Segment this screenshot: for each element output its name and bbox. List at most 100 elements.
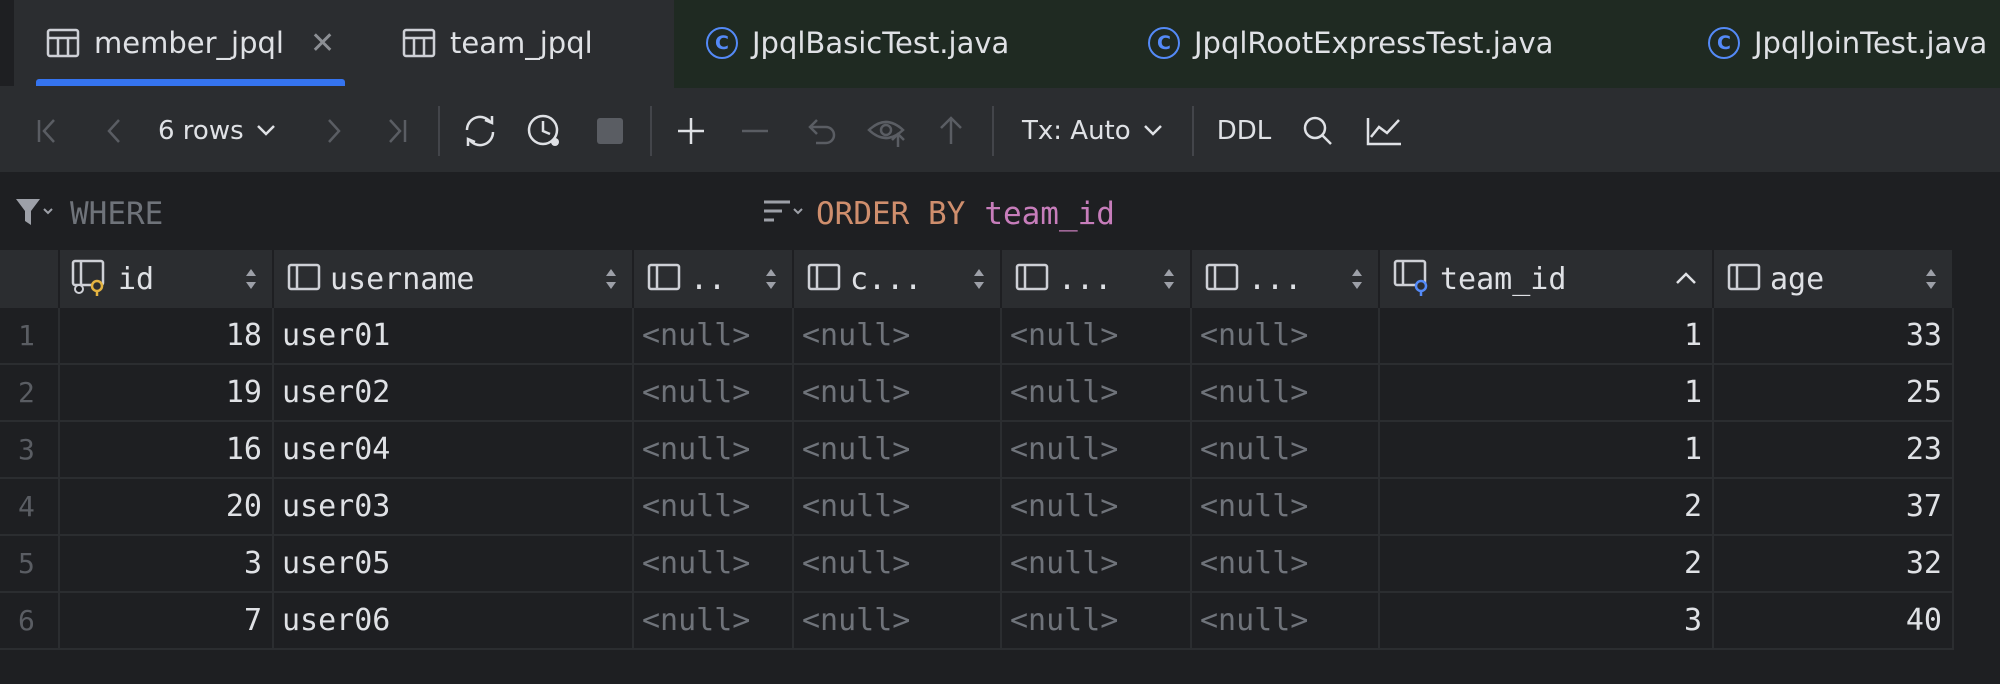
column-header-id[interactable]: id — [60, 250, 274, 308]
row-number[interactable]: 4 — [0, 479, 60, 536]
cell-id[interactable]: 18 — [60, 308, 274, 365]
next-page-icon[interactable] — [314, 88, 354, 174]
cell-null[interactable]: <null> — [1002, 479, 1192, 536]
cell-null[interactable]: <null> — [794, 536, 1002, 593]
rows-count-dropdown[interactable]: 6 rows — [158, 88, 292, 174]
cell-null[interactable]: <null> — [1192, 365, 1380, 422]
cell-age[interactable]: 32 — [1714, 536, 1954, 593]
cell-id[interactable]: 20 — [60, 479, 274, 536]
chart-icon[interactable] — [1362, 88, 1406, 174]
cell-null[interactable]: <null> — [634, 422, 794, 479]
cell-null[interactable]: <null> — [1192, 536, 1380, 593]
where-label: WHERE — [70, 196, 164, 232]
tab-member-jpql[interactable]: member_jpql ✕ — [35, 0, 346, 86]
row-number[interactable]: 3 — [0, 422, 60, 479]
cell-team-id[interactable]: 2 — [1380, 536, 1714, 593]
cell-null[interactable]: <null> — [1192, 308, 1380, 365]
cell-null[interactable]: <null> — [1192, 422, 1380, 479]
refresh-icon[interactable] — [458, 88, 502, 174]
column-header-collapsed-2[interactable]: c... — [794, 250, 1002, 308]
cell-null[interactable]: <null> — [634, 536, 794, 593]
column-header-collapsed-3[interactable]: ... — [1002, 250, 1192, 308]
row-number[interactable]: 5 — [0, 536, 60, 593]
cell-username[interactable]: user04 — [274, 422, 634, 479]
history-icon[interactable] — [522, 88, 566, 174]
submit-icon[interactable] — [930, 88, 972, 174]
cell-username[interactable]: user06 — [274, 593, 634, 650]
cell-null[interactable]: <null> — [634, 308, 794, 365]
column-header-collapsed-4[interactable]: ... — [1192, 250, 1380, 308]
cell-username[interactable]: user03 — [274, 479, 634, 536]
sort-toggle-icon[interactable] — [764, 265, 778, 297]
last-page-icon[interactable] — [376, 88, 416, 174]
sort-toggle-icon[interactable] — [1924, 265, 1938, 297]
transaction-mode-dropdown[interactable]: Tx: Auto — [1022, 88, 1172, 174]
ddl-button[interactable]: DDL — [1212, 88, 1276, 174]
column-header-collapsed-1[interactable]: .. — [634, 250, 794, 308]
cell-id[interactable]: 3 — [60, 536, 274, 593]
cell-id[interactable]: 7 — [60, 593, 274, 650]
cell-team-id[interactable]: 1 — [1380, 422, 1714, 479]
tab-jpql-join-test[interactable]: C JpqlJoinTest.java — [1708, 0, 1987, 86]
cell-age[interactable]: 25 — [1714, 365, 1954, 422]
cell-null[interactable]: <null> — [794, 593, 1002, 650]
row-number[interactable]: 6 — [0, 593, 60, 650]
row-number[interactable]: 1 — [0, 308, 60, 365]
cell-null[interactable]: <null> — [794, 479, 1002, 536]
cell-null[interactable]: <null> — [1002, 365, 1192, 422]
cell-username[interactable]: user02 — [274, 365, 634, 422]
cell-null[interactable]: <null> — [794, 308, 1002, 365]
delete-row-icon[interactable] — [734, 88, 776, 174]
cell-null[interactable]: <null> — [794, 365, 1002, 422]
cell-null[interactable]: <null> — [794, 422, 1002, 479]
sort-toggle-icon[interactable] — [1350, 265, 1364, 297]
cell-username[interactable]: user01 — [274, 308, 634, 365]
cell-age[interactable]: 33 — [1714, 308, 1954, 365]
cell-null[interactable]: <null> — [1192, 593, 1380, 650]
cell-team-id[interactable]: 3 — [1380, 593, 1714, 650]
column-header-label: ... — [1058, 261, 1113, 297]
sort-toggle-icon[interactable] — [972, 265, 986, 297]
tab-team-jpql[interactable]: team_jpql — [402, 0, 593, 86]
cell-id[interactable]: 16 — [60, 422, 274, 479]
sort-ascending-icon[interactable] — [1674, 265, 1698, 297]
where-filter[interactable]: WHERE — [14, 196, 163, 232]
cell-null[interactable]: <null> — [1002, 536, 1192, 593]
column-header-team-id[interactable]: team_id — [1380, 250, 1714, 308]
column-header-age[interactable]: age — [1714, 250, 1954, 308]
cell-null[interactable]: <null> — [634, 593, 794, 650]
sort-toggle-icon[interactable] — [604, 265, 618, 297]
cell-team-id[interactable]: 2 — [1380, 479, 1714, 536]
stop-icon[interactable] — [590, 88, 630, 174]
row-number[interactable]: 2 — [0, 365, 60, 422]
cell-null[interactable]: <null> — [634, 365, 794, 422]
cell-username[interactable]: user05 — [274, 536, 634, 593]
first-page-icon[interactable] — [28, 88, 68, 174]
add-row-icon[interactable] — [670, 88, 712, 174]
column-header-username[interactable]: username — [274, 250, 634, 308]
cell-team-id[interactable]: 1 — [1380, 365, 1714, 422]
cell-null[interactable]: <null> — [634, 479, 794, 536]
cell-null[interactable]: <null> — [1002, 422, 1192, 479]
previous-page-icon[interactable] — [94, 88, 134, 174]
tab-label: JpqlJoinTest.java — [1754, 26, 1988, 60]
revert-icon[interactable] — [800, 88, 842, 174]
order-by-filter[interactable]: ORDER BY team_id — [762, 196, 1115, 232]
cell-team-id[interactable]: 1 — [1380, 308, 1714, 365]
tab-label: team_jpql — [450, 26, 593, 60]
cell-age[interactable]: 37 — [1714, 479, 1954, 536]
cell-age[interactable]: 40 — [1714, 593, 1954, 650]
tab-jpql-basic-test[interactable]: C JpqlBasicTest.java — [706, 0, 1009, 86]
preview-changes-icon[interactable] — [864, 88, 910, 174]
column-header-label: .. — [690, 261, 727, 297]
cell-null[interactable]: <null> — [1002, 593, 1192, 650]
cell-age[interactable]: 23 — [1714, 422, 1954, 479]
sort-toggle-icon[interactable] — [244, 265, 258, 297]
close-tab-icon[interactable]: ✕ — [310, 26, 335, 61]
sort-toggle-icon[interactable] — [1162, 265, 1176, 297]
cell-id[interactable]: 19 — [60, 365, 274, 422]
tab-jpql-root-express-test[interactable]: C JpqlRootExpressTest.java — [1148, 0, 1553, 86]
cell-null[interactable]: <null> — [1192, 479, 1380, 536]
search-icon[interactable] — [1298, 88, 1338, 174]
cell-null[interactable]: <null> — [1002, 308, 1192, 365]
